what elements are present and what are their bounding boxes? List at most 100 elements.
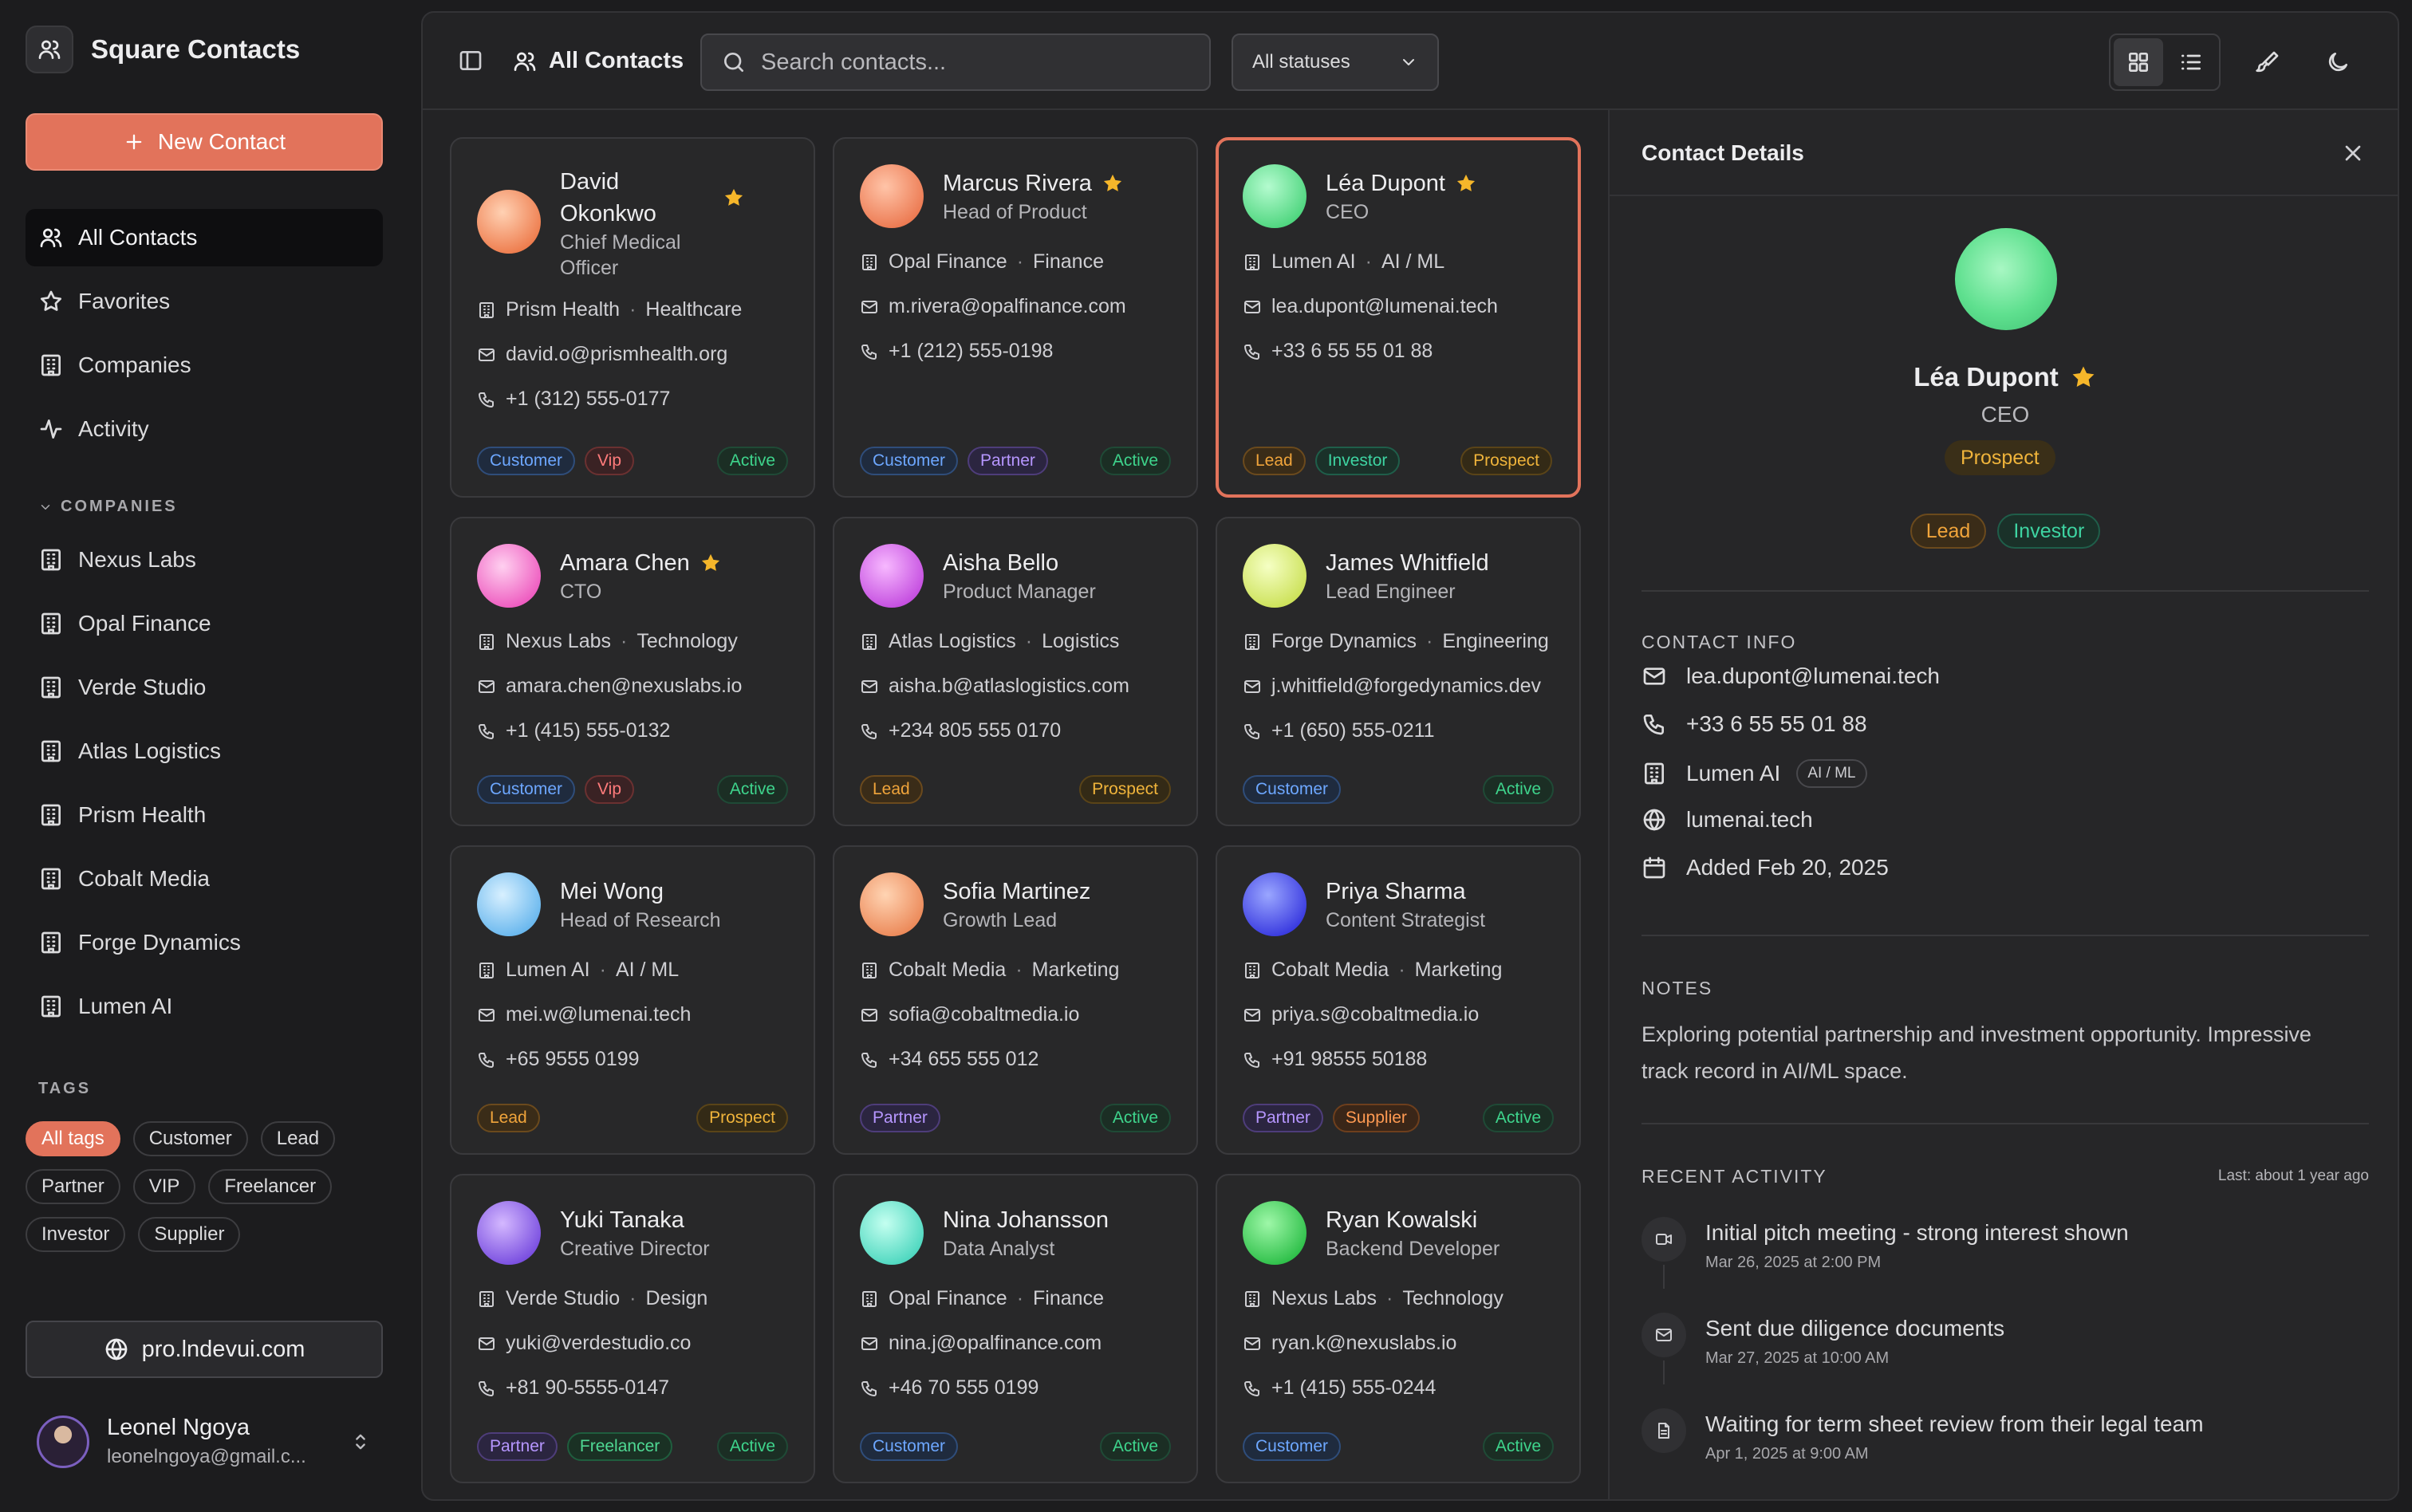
detail-email[interactable]: lea.dupont@lumenai.tech	[1642, 663, 1940, 689]
email-text: ryan.k@nexuslabs.io	[1271, 1332, 1457, 1354]
activity-time: Mar 27, 2025 at 10:00 AM	[1705, 1349, 1890, 1367]
building-icon	[860, 1290, 879, 1309]
contact-card[interactable]: David Okonkwo Chief Medical Officer Prism …	[450, 137, 815, 498]
tag-filter-chip[interactable]: All tags	[26, 1121, 120, 1156]
contact-email[interactable]: david.o@prismhealth.org	[477, 343, 727, 366]
avatar	[860, 1201, 924, 1265]
contact-card[interactable]: Yuki Tanaka Creative Director Verde Studio…	[450, 1174, 815, 1483]
search-box[interactable]	[700, 33, 1211, 91]
contact-info-label: CONTACT INFO	[1642, 632, 1797, 652]
company-item[interactable]: Lumen AI	[26, 978, 383, 1035]
tag-filter-chip[interactable]: Customer	[132, 1121, 248, 1156]
company-name: Opal Finance	[889, 1287, 1007, 1309]
theme-customize-button[interactable]	[2240, 33, 2296, 91]
favorite-star-icon[interactable]	[700, 552, 722, 574]
mail-icon	[477, 1334, 496, 1353]
contact-email[interactable]: yuki@verdestudio.co	[477, 1332, 691, 1355]
contact-email[interactable]: mei.w@lumenai.tech	[477, 1003, 691, 1026]
contact-card[interactable]: Marcus Rivera Head of Product Opal Finance…	[833, 137, 1198, 498]
contact-email[interactable]: ryan.k@nexuslabs.io	[1243, 1332, 1456, 1355]
contact-name: Marcus Rivera	[943, 171, 1092, 196]
nav-label: Favorites	[78, 289, 171, 313]
companies-section-toggle[interactable]: COMPANIES	[38, 498, 178, 516]
contact-email[interactable]: priya.s@cobaltmedia.io	[1243, 1003, 1479, 1026]
detail-phone[interactable]: +33 6 55 55 01 88	[1642, 711, 1867, 737]
company-item[interactable]: Cobalt Media	[26, 850, 383, 908]
nav-item-companies[interactable]: Companies	[26, 337, 383, 394]
contact-phone[interactable]: +1 (212) 555-0198	[860, 340, 1053, 363]
tag-filter-chip[interactable]: Lead	[260, 1121, 336, 1156]
tag-filter-chip[interactable]: VIP	[132, 1169, 196, 1204]
dark-mode-button[interactable]	[2310, 33, 2366, 91]
tag-filter-chip[interactable]: Partner	[26, 1169, 120, 1204]
tag-badge: Lead	[477, 1104, 540, 1132]
star-filled-icon[interactable]	[2070, 364, 2097, 391]
nav-item-activity[interactable]: Activity	[26, 400, 383, 458]
tag-filter-chip[interactable]: Freelancer	[208, 1169, 333, 1204]
new-contact-button[interactable]: New Contact	[26, 113, 383, 171]
tag-filter-chip[interactable]: Investor	[26, 1217, 126, 1252]
contact-detail-panel: Contact Details Léa Dupont CEO Prospect …	[1608, 110, 2398, 1499]
contact-email[interactable]: m.rivera@opalfinance.com	[860, 295, 1126, 318]
avatar	[860, 164, 924, 228]
contact-phone[interactable]: +65 9555 0199	[477, 1048, 640, 1071]
contact-card[interactable]: James Whitfield Lead Engineer Forge Dynami…	[1216, 517, 1581, 826]
contact-phone[interactable]: +1 (415) 555-0132	[477, 719, 670, 742]
contact-card[interactable]: Amara Chen CTO Nexus Labs · Technology amara.…	[450, 517, 815, 826]
company-item[interactable]: Nexus Labs	[26, 531, 383, 589]
contact-phone[interactable]: +34 655 555 012	[860, 1048, 1038, 1071]
contact-phone[interactable]: +234 805 555 0170	[860, 719, 1061, 742]
favorite-star-icon[interactable]	[1102, 172, 1124, 195]
company-item[interactable]: Forge Dynamics	[26, 914, 383, 971]
detail-role: CEO	[1980, 402, 2030, 427]
sidebar-toggle-button[interactable]	[458, 48, 483, 73]
favorite-star-icon[interactable]	[723, 187, 745, 209]
company-item[interactable]: Atlas Logistics	[26, 723, 383, 780]
contact-card[interactable]: Mei Wong Head of Research Lumen AI · AI / ML…	[450, 845, 815, 1155]
contact-email[interactable]: nina.j@opalfinance.com	[860, 1332, 1102, 1355]
detail-name: Léa Dupont	[1610, 362, 2398, 392]
contact-email[interactable]: sofia@cobaltmedia.io	[860, 1003, 1079, 1026]
company-item[interactable]: Prism Health	[26, 786, 383, 844]
nav-item-favorites[interactable]: Favorites	[26, 273, 383, 330]
contact-card[interactable]: Aisha Bello Product Manager Atlas Logistic…	[833, 517, 1198, 826]
contact-card[interactable]: Ryan Kowalski Backend Developer Nexus Labs…	[1216, 1174, 1581, 1483]
email-text: lea.dupont@lumenai.tech	[1271, 295, 1498, 317]
status-badge: Active	[716, 1432, 788, 1461]
contact-phone[interactable]: +81 90-5555-0147	[477, 1376, 669, 1400]
avatar	[37, 1415, 89, 1468]
contact-email[interactable]: amara.chen@nexuslabs.io	[477, 675, 742, 698]
company-name: Opal Finance	[889, 250, 1007, 273]
contact-card[interactable]: Sofia Martinez Growth Lead Cobalt Media · Ma…	[833, 845, 1198, 1155]
contact-card[interactable]: Priya Sharma Content Strategist Cobalt Med…	[1216, 845, 1581, 1155]
contact-phone[interactable]: +33 6 55 55 01 88	[1243, 340, 1433, 363]
contact-email[interactable]: j.whitfield@forgedynamics.dev	[1243, 675, 1541, 698]
close-detail-button[interactable]	[2340, 140, 2366, 166]
users-icon	[40, 228, 62, 247]
company-item[interactable]: Verde Studio	[26, 659, 383, 716]
grid-view-button[interactable]	[2114, 38, 2163, 86]
contact-email[interactable]: lea.dupont@lumenai.tech	[1243, 295, 1498, 318]
search-input[interactable]	[761, 49, 1192, 76]
contact-phone[interactable]: +1 (415) 555-0244	[1243, 1376, 1436, 1400]
company-item[interactable]: Opal Finance	[26, 595, 383, 652]
contact-phone[interactable]: +1 (650) 555-0211	[1243, 719, 1435, 742]
contact-email[interactable]: aisha.b@atlaslogistics.com	[860, 675, 1129, 698]
nav-item-all-contacts[interactable]: All Contacts	[26, 209, 383, 266]
detail-website[interactable]: lumenai.tech	[1642, 807, 1813, 833]
company-label: Verde Studio	[78, 675, 207, 699]
topbar: All Contacts All statuses	[423, 13, 2398, 110]
contact-phone[interactable]: +46 70 555 0199	[860, 1376, 1038, 1400]
user-menu[interactable]: Leonel Ngoya leonelngoya@gmail.c...	[37, 1415, 372, 1468]
contact-card[interactable]: Nina Johansson Data Analyst Opal Finance · F…	[833, 1174, 1198, 1483]
list-view-button[interactable]	[2166, 38, 2216, 86]
phone-text: +46 70 555 0199	[889, 1376, 1039, 1399]
contact-phone[interactable]: +1 (312) 555-0177	[477, 388, 670, 411]
status-filter-select[interactable]: All statuses	[1232, 33, 1439, 91]
contact-phone[interactable]: +91 98555 50188	[1243, 1048, 1427, 1071]
site-link-button[interactable]: pro.lndevui.com	[26, 1321, 383, 1378]
tag-filter-chip[interactable]: Supplier	[138, 1217, 241, 1252]
favorite-star-icon[interactable]	[1455, 172, 1477, 195]
contact-card[interactable]: Léa Dupont CEO Lumen AI · AI / ML lea.dupont@…	[1216, 137, 1581, 498]
activity-text: Initial pitch meeting - strong interest …	[1705, 1220, 2129, 1245]
